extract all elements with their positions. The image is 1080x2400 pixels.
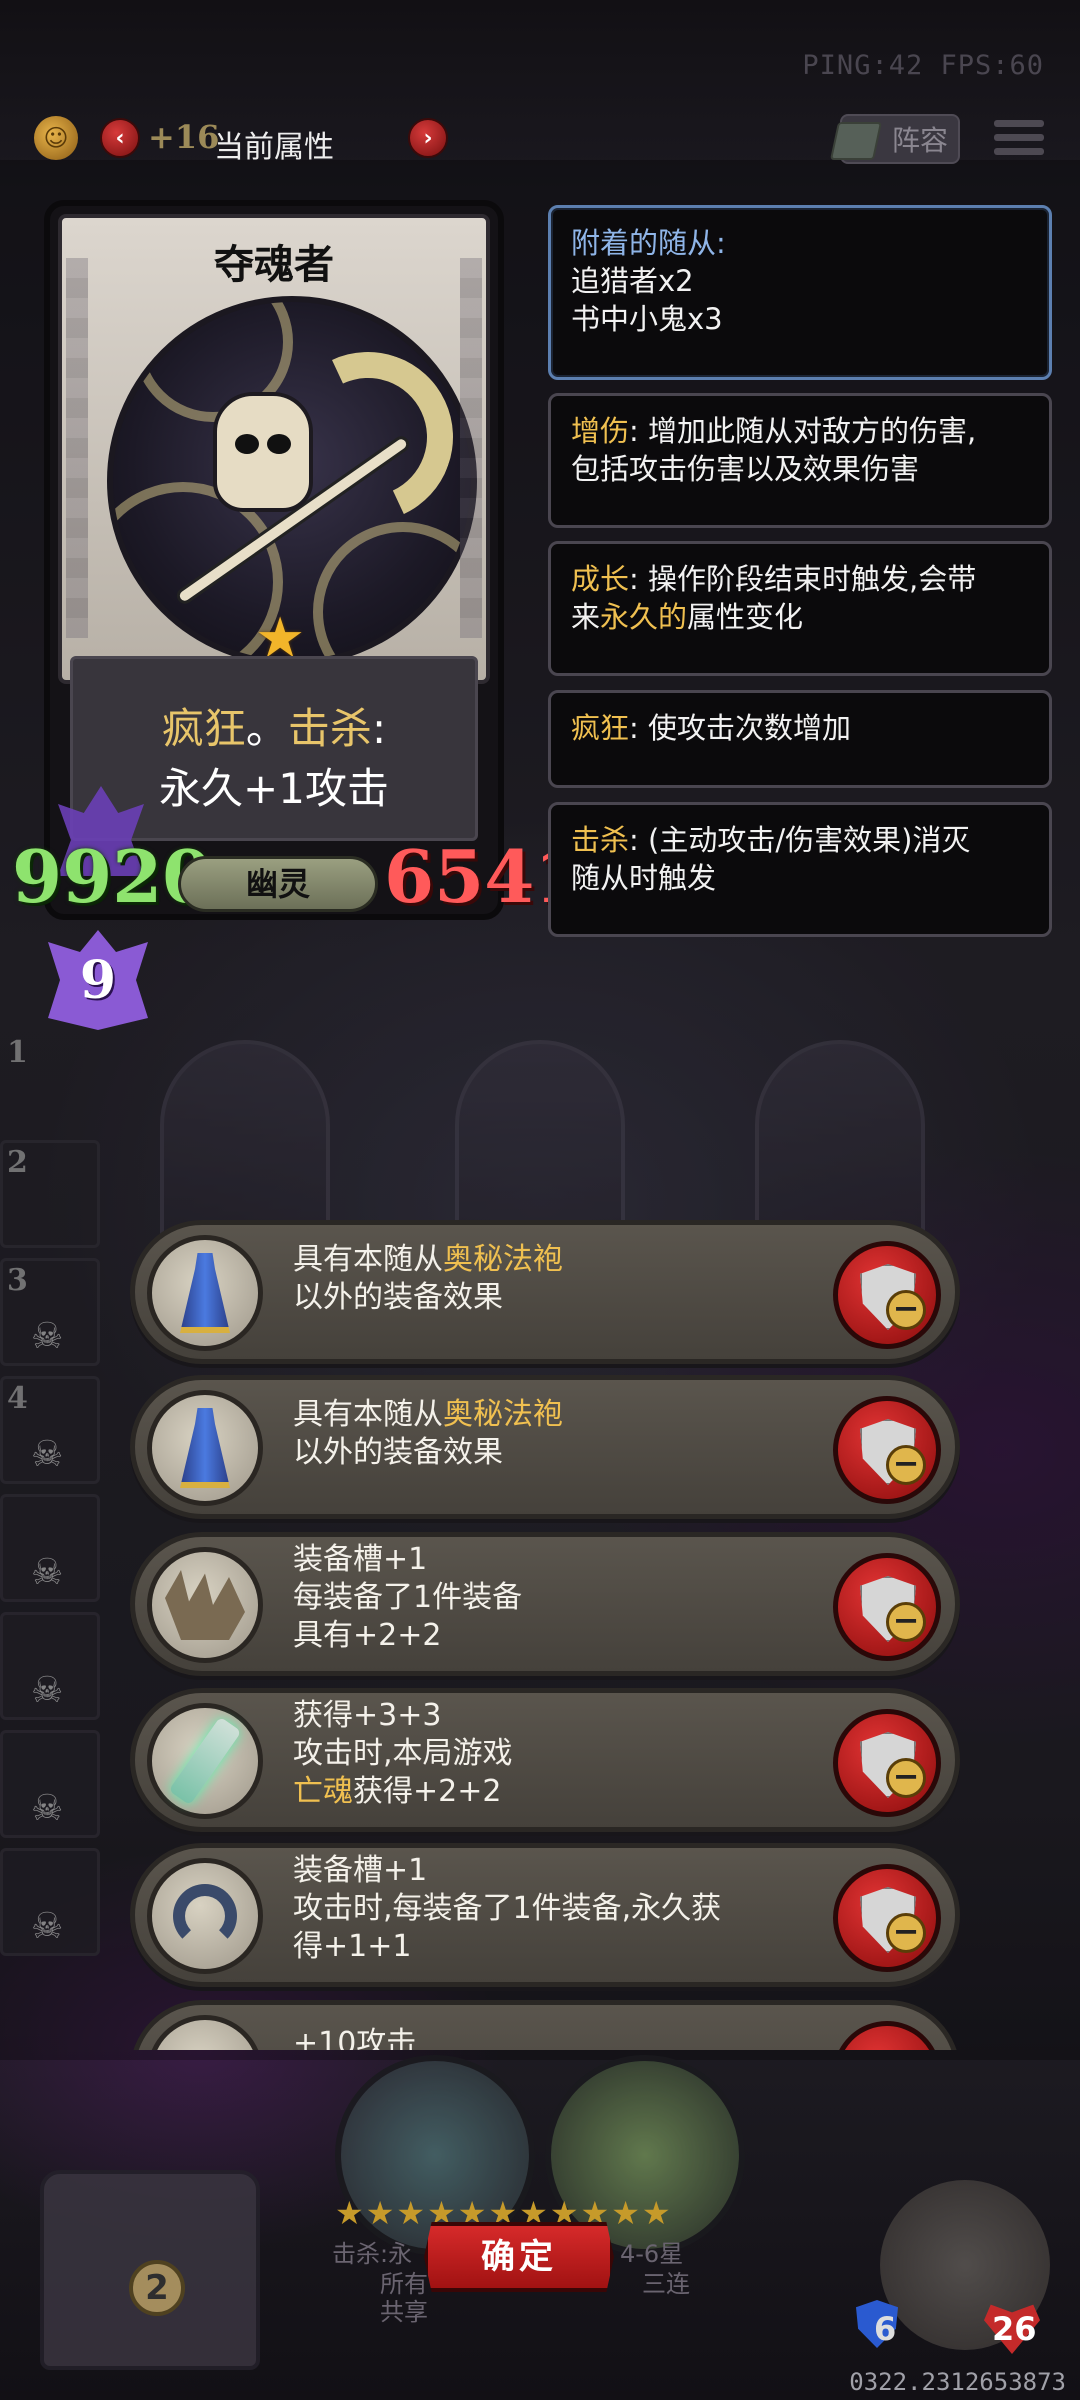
minus-icon: − <box>886 1913 926 1953</box>
treasure-chest[interactable]: 2 <box>40 2170 260 2370</box>
equip-line: 具有本随从 <box>293 1242 443 1277</box>
lineup-label: 阵容 <box>891 124 948 157</box>
equip-line: 获得+2+2 <box>353 1774 502 1809</box>
equip-keyword: 奥秘法袍 <box>443 1242 563 1277</box>
equipment-row[interactable]: 获得+3+3 攻击时,本局游戏 亡魂获得+2+2 − <box>130 1688 960 1832</box>
page-title: 当前属性 <box>214 130 334 165</box>
ping-fps-readout: PING:42 FPS:60 <box>802 50 1044 81</box>
attached-minions-panel: 附着的随从: 追猎者x2 书中小鬼x3 <box>548 205 1052 380</box>
equip-line: 每装备了1件装备 <box>293 1580 523 1615</box>
minus-icon: − <box>886 1602 926 1642</box>
equipment-row[interactable]: 具有本随从奥秘法袍 以外的装备效果 − <box>130 1375 960 1519</box>
equipment-row[interactable]: +10攻击 <box>130 2000 960 2050</box>
panel-title: 附着的随从: <box>571 226 726 260</box>
equipment-row[interactable]: 装备槽+1 攻击时,每装备了1件装备,永久获 得+1+1 − <box>130 1843 960 1987</box>
book-icon <box>829 122 883 160</box>
keyword: 成长 <box>571 562 630 596</box>
remove-equipment-button[interactable]: − <box>833 1396 941 1504</box>
next-arrow-button[interactable]: › <box>408 118 448 158</box>
keyword-desc-2: 包括攻击伤害以及效果伤害 <box>571 452 920 486</box>
equip-keyword: 亡魂 <box>293 1774 353 1809</box>
remove-equipment-button[interactable] <box>833 2021 941 2050</box>
lineup-button[interactable]: 阵容 <box>829 114 960 164</box>
keyword-panel-growth: 成长: 操作阶段结束时触发,会带 来永久的属性变化 <box>548 541 1052 676</box>
partial-icon <box>147 2015 263 2050</box>
faded-text: 三连 <box>642 2270 690 2298</box>
equip-line: 以外的装备效果 <box>293 1280 503 1315</box>
ghost-sword-icon <box>147 1703 263 1819</box>
horseshoe-icon <box>147 1858 263 1974</box>
equipment-description: 具有本随从奥秘法袍 以外的装备效果 <box>293 1396 815 1472</box>
keyword-panel-damage-boost: 增伤: 增加此随从对敌方的伤害, 包括攻击伤害以及效果伤害 <box>548 393 1052 528</box>
remove-equipment-button[interactable]: − <box>833 1709 941 1817</box>
remove-equipment-button[interactable]: − <box>833 1864 941 1972</box>
keyword-desc: : 增加此随从对敌方的伤害, <box>629 414 977 448</box>
equipment-description: 获得+3+3 攻击时,本局游戏 亡魂获得+2+2 <box>293 1697 815 1811</box>
keyword: 疯狂 <box>571 711 630 745</box>
equip-line: 以外的装备效果 <box>293 1435 503 1470</box>
keyword-desc: : 操作阶段结束时触发,会带 <box>629 562 977 596</box>
confirm-button[interactable]: 确定 <box>424 2222 614 2292</box>
game-id: 0322.2312653873 <box>849 2368 1066 2396</box>
keyword-desc: : (主动攻击/伤害效果)消灭 <box>629 823 971 857</box>
tribe-label: 幽灵 <box>178 856 378 912</box>
keyword-panel-kill: 击杀: (主动攻击/伤害效果)消灭 随从时触发 <box>548 802 1052 937</box>
ability-colon: : <box>371 704 387 753</box>
top-bar: ☺ ‹ +16 当前属性 › 阵容 <box>0 110 1080 170</box>
spikes-icon <box>147 1547 263 1663</box>
coin-icon: ☺ <box>34 116 78 160</box>
equipment-description: 具有本随从奥秘法袍 以外的装备效果 <box>293 1241 815 1317</box>
ability-keyword-kill: 击杀 <box>287 704 372 753</box>
treasure-count: 2 <box>129 2260 185 2316</box>
remove-equipment-button[interactable]: − <box>833 1241 941 1349</box>
skull-icon <box>213 392 313 512</box>
equip-line: 装备槽+1 <box>293 1853 428 1888</box>
faded-text: 共享 <box>380 2298 428 2326</box>
keyword: 增伤 <box>571 414 630 448</box>
gold-delta: +16 <box>148 118 220 156</box>
equipment-row[interactable]: 具有本随从奥秘法袍 以外的装备效果 − <box>130 1220 960 1364</box>
keyword-desc: : 使攻击次数增加 <box>629 711 852 745</box>
equip-line: 装备槽+1 <box>293 1542 428 1577</box>
armor-value: 6 <box>874 2310 897 2348</box>
prev-arrow-button[interactable]: ‹ <box>100 118 140 158</box>
equipment-list[interactable]: 具有本随从奥秘法袍 以外的装备效果 − 具有本随从奥秘法袍 以外的装备效果 − … <box>130 1210 960 2050</box>
equip-keyword: 奥秘法袍 <box>443 1397 563 1432</box>
keyword-desc-2: 随从时触发 <box>571 861 717 895</box>
equip-line: +10攻击 <box>293 2026 417 2050</box>
equipment-description: 装备槽+1 攻击时,每装备了1件装备,永久获 得+1+1 <box>293 1852 825 1966</box>
unit-name: 夺魂者 <box>214 242 334 288</box>
unit-card: 夺魂者 ★ 疯狂。击杀: 永久+1攻击 9920 幽灵 6541 <box>12 200 584 920</box>
keyword-desc-2-post: 属性变化 <box>687 600 804 634</box>
equip-line: 攻击时,每装备了1件装备,永久获 <box>293 1891 722 1926</box>
equip-line: 具有+2+2 <box>293 1618 442 1653</box>
minus-icon: − <box>886 1445 926 1485</box>
equipment-row[interactable]: 装备槽+1 每装备了1件装备 具有+2+2 − <box>130 1532 960 1676</box>
ability-separator: 。 <box>245 704 288 753</box>
remove-equipment-button[interactable]: − <box>833 1553 941 1661</box>
keyword-highlight: 永久的 <box>600 600 688 634</box>
equipment-description: +10攻击 <box>293 2025 815 2050</box>
menu-icon[interactable] <box>994 120 1044 160</box>
panel-line: 追猎者x2 <box>571 264 694 298</box>
equipment-description: 装备槽+1 每装备了1件装备 具有+2+2 <box>293 1541 815 1655</box>
equip-line: 攻击时,本局游戏 <box>293 1736 513 1771</box>
equip-line: 得+1+1 <box>293 1929 412 1964</box>
cloak-icon <box>147 1390 263 1506</box>
minus-icon: − <box>886 1290 926 1330</box>
cloak-icon <box>147 1235 263 1351</box>
keyword-panel-madness: 疯狂: 使攻击次数增加 <box>548 690 1052 788</box>
minus-icon: − <box>886 1758 926 1798</box>
health-stat: 26 <box>992 2310 1037 2348</box>
keyword-desc-2-pre: 来 <box>571 600 601 634</box>
equip-line: 具有本随从 <box>293 1397 443 1432</box>
ability-keyword-madness: 疯狂 <box>161 704 246 753</box>
equip-line: 获得+3+3 <box>293 1698 442 1733</box>
panel-line: 书中小鬼x3 <box>571 302 723 336</box>
keyword: 击杀 <box>571 823 630 857</box>
